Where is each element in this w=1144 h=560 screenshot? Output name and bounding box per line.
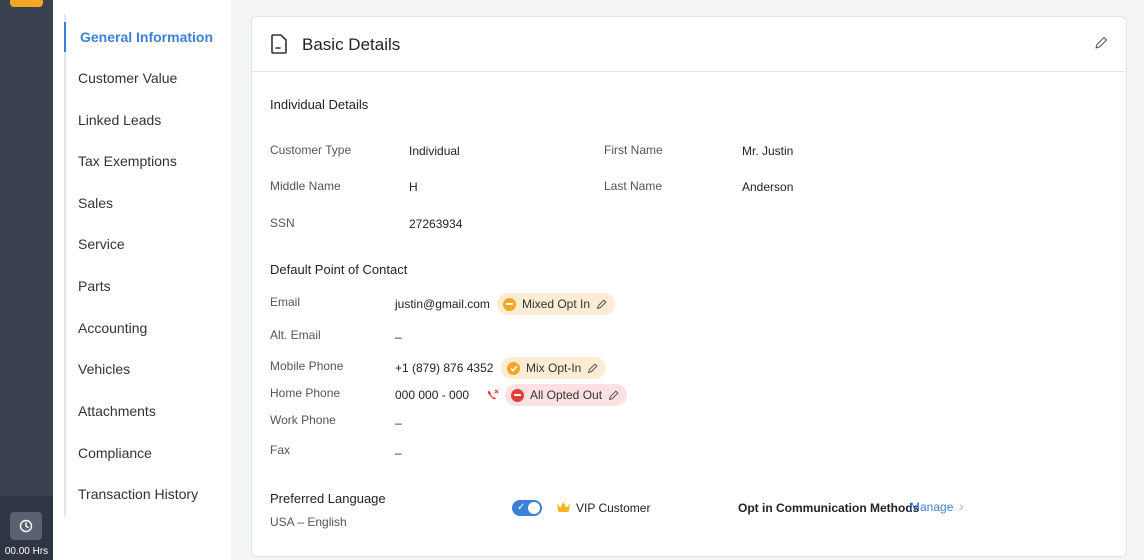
email-value: justin@gmail.com <box>395 297 490 311</box>
mixed-status-icon <box>503 297 516 311</box>
work-phone-value: – <box>395 416 402 430</box>
check-status-icon <box>507 361 520 375</box>
last-name-label: Last Name <box>604 179 663 193</box>
toggle-knob <box>528 502 540 514</box>
individual-details-heading: Individual Details <box>270 97 369 112</box>
mobile-phone-label: Mobile Phone <box>270 359 344 373</box>
manage-link[interactable]: Manage <box>910 500 953 514</box>
home-phone-value: 000 000 - 000 <box>395 388 470 402</box>
home-optout-text: All Opted Out <box>530 388 603 402</box>
nav-item-general-information[interactable]: General Information <box>64 22 230 52</box>
preferred-language-value: USA – English <box>270 515 347 529</box>
edit-pencil-icon[interactable] <box>1094 36 1108 50</box>
first-name-value: Mr. Justin <box>742 144 794 158</box>
preferred-language-heading: Preferred Language <box>270 491 386 506</box>
edit-pencil-icon[interactable] <box>596 298 607 310</box>
point-of-contact-heading: Default Point of Contact <box>270 262 408 277</box>
vip-toggle[interactable]: ✓ <box>512 500 542 516</box>
nav-item-transaction-history[interactable]: Transaction History <box>64 479 230 509</box>
work-phone-label: Work Phone <box>270 413 336 427</box>
email-optin-badge[interactable]: Mixed Opt In <box>497 293 616 315</box>
first-name-label: First Name <box>604 143 663 157</box>
nav-item-sales[interactable]: Sales <box>64 188 230 218</box>
fax-label: Fax <box>270 443 291 457</box>
nav-item-accounting[interactable]: Accounting <box>64 313 230 343</box>
opt-in-methods-label: Opt in Communication Methods <box>738 501 920 515</box>
nav-item-compliance[interactable]: Compliance <box>64 438 230 468</box>
nav-item-vehicles[interactable]: Vehicles <box>64 354 230 384</box>
card-header: Basic Details <box>252 17 1126 72</box>
last-name-value: Anderson <box>742 180 794 194</box>
section-nav: General Information Customer Value Linke… <box>53 0 231 560</box>
chevron-right-icon[interactable]: › <box>959 498 964 514</box>
mobile-phone-value: +1 (879) 876 4352 <box>395 361 494 375</box>
home-phone-label: Home Phone <box>270 386 341 400</box>
mobile-optin-text: Mix Opt-In <box>526 361 582 375</box>
phone-blocked-icon <box>487 389 499 400</box>
nav-item-parts[interactable]: Parts <box>64 271 230 301</box>
fax-value: – <box>395 446 402 460</box>
edit-pencil-icon[interactable] <box>587 362 598 374</box>
basic-details-card: Basic Details Individual Details Custome… <box>251 16 1127 557</box>
customer-type-label: Customer Type <box>270 143 352 157</box>
ssn-label: SSN <box>270 216 295 230</box>
middle-name-value: H <box>409 180 418 194</box>
nav-item-linked-leads[interactable]: Linked Leads <box>64 105 230 135</box>
vip-label: VIP Customer <box>576 501 651 515</box>
rail-accent <box>10 0 43 7</box>
document-icon <box>271 34 287 54</box>
home-optout-badge[interactable]: All Opted Out <box>505 384 628 406</box>
timer-text: 00.00 Hrs <box>4 546 49 557</box>
check-icon: ✓ <box>517 502 526 513</box>
nav-item-customer-value[interactable]: Customer Value <box>64 63 230 93</box>
nav-item-service[interactable]: Service <box>64 229 230 259</box>
app-rail: 00.00 Hrs <box>0 0 53 560</box>
customer-type-value: Individual <box>409 144 460 158</box>
email-label: Email <box>270 295 301 309</box>
middle-name-label: Middle Name <box>270 179 341 193</box>
ssn-value: 27263934 <box>409 217 463 231</box>
opted-out-status-icon <box>511 388 524 402</box>
clock-icon[interactable] <box>10 512 42 540</box>
crown-icon <box>557 502 570 512</box>
alt-email-value: – <box>395 330 402 344</box>
email-optin-text: Mixed Opt In <box>522 297 591 311</box>
mobile-optin-badge[interactable]: Mix Opt-In <box>501 357 607 379</box>
nav-item-tax-exemptions[interactable]: Tax Exemptions <box>64 146 230 176</box>
edit-pencil-icon[interactable] <box>608 389 619 401</box>
card-title: Basic Details <box>302 35 401 54</box>
nav-item-attachments[interactable]: Attachments <box>64 396 230 426</box>
alt-email-label: Alt. Email <box>270 328 321 342</box>
